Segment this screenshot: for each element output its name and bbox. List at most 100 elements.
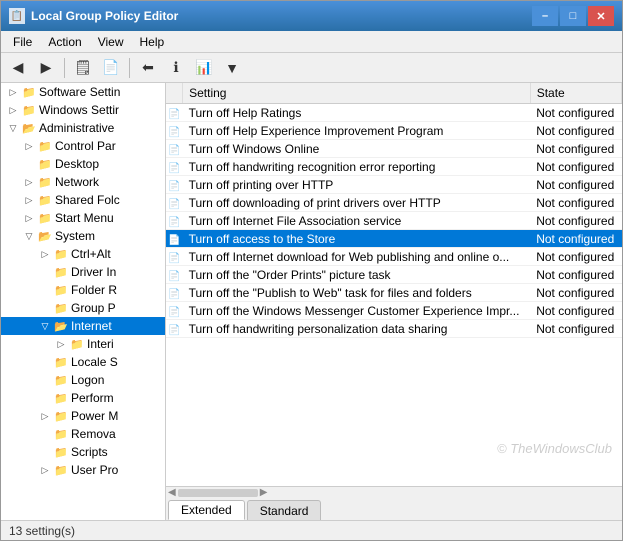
row-icon: 📄 — [166, 230, 183, 248]
expand-internet-sub[interactable]: ▷ — [53, 335, 69, 353]
sidebar-item-internet[interactable]: ▽ 📂 Internet — [1, 317, 165, 335]
expand-ctrl-alt[interactable]: ▷ — [37, 245, 53, 263]
sidebar-item-folder-redir[interactable]: 📁 Folder R — [1, 281, 165, 299]
table-row[interactable]: 📄Turn off handwriting personalization da… — [166, 320, 622, 338]
minimize-button[interactable]: – — [532, 6, 558, 26]
sidebar-item-performance[interactable]: 📁 Perform — [1, 389, 165, 407]
table-row[interactable]: 📄Turn off Internet File Association serv… — [166, 212, 622, 230]
expand-folder-redir[interactable] — [37, 281, 53, 299]
folder-icon-control-panel: 📁 — [37, 138, 53, 154]
sidebar-item-user-profiles[interactable]: ▷ 📁 User Pro — [1, 461, 165, 479]
sidebar-item-scripts[interactable]: 📁 Scripts — [1, 443, 165, 461]
scroll-right-btn[interactable]: ▶ — [260, 487, 268, 498]
table-row[interactable]: 📄Turn off downloading of print drivers o… — [166, 194, 622, 212]
table-row[interactable]: 📄Turn off Internet download for Web publ… — [166, 248, 622, 266]
row-state: Not configured — [530, 104, 621, 122]
close-button[interactable]: ✕ — [588, 6, 614, 26]
sidebar-label-ctrl-alt: Ctrl+Alt — [71, 247, 111, 261]
table-row[interactable]: 📄Turn off the "Publish to Web" task for … — [166, 284, 622, 302]
sidebar-item-system[interactable]: ▽ 📂 System — [1, 227, 165, 245]
expand-locale[interactable] — [37, 353, 53, 371]
folder-icon-administrative: 📂 — [21, 120, 37, 136]
folder-icon-power: 📁 — [53, 408, 69, 424]
sidebar-item-internet-sub[interactable]: ▷ 📁 Interi — [1, 335, 165, 353]
sidebar-item-shared-folders[interactable]: ▷ 📁 Shared Folc — [1, 191, 165, 209]
back-button[interactable]: ◀ — [5, 56, 31, 80]
expand-shared-folders[interactable]: ▷ — [21, 191, 37, 209]
sidebar-item-start-menu[interactable]: ▷ 📁 Start Menu — [1, 209, 165, 227]
row-icon: 📄 — [166, 320, 183, 338]
filter-button[interactable]: ▼ — [219, 56, 245, 80]
row-setting: Turn off the "Publish to Web" task for f… — [183, 284, 531, 302]
status-bar: 13 setting(s) — [1, 520, 622, 540]
menu-help[interactable]: Help — [132, 33, 173, 51]
table-row[interactable]: 📄Turn off Help RatingsNot configured — [166, 104, 622, 122]
sidebar-item-group-policy[interactable]: 📁 Group P — [1, 299, 165, 317]
row-icon: 📄 — [166, 266, 183, 284]
expand-network[interactable]: ▷ — [21, 173, 37, 191]
expand-desktop[interactable] — [21, 155, 37, 173]
table-row[interactable]: 📄Turn off access to the StoreNot configu… — [166, 230, 622, 248]
menu-view[interactable]: View — [90, 33, 132, 51]
horizontal-scrollbar[interactable] — [178, 489, 258, 497]
folder-icon-system: 📂 — [37, 228, 53, 244]
sidebar-item-driver-install[interactable]: 📁 Driver In — [1, 263, 165, 281]
expand-internet[interactable]: ▽ — [37, 317, 53, 335]
col-setting-header[interactable]: Setting — [183, 83, 531, 104]
expand-windows-settings[interactable]: ▷ — [5, 101, 21, 119]
tab-extended[interactable]: Extended — [168, 500, 245, 520]
table-row[interactable]: 📄Turn off Help Experience Improvement Pr… — [166, 122, 622, 140]
sidebar-item-ctrl-alt[interactable]: ▷ 📁 Ctrl+Alt — [1, 245, 165, 263]
forward-button[interactable]: ▶ — [33, 56, 59, 80]
table-row[interactable]: 📄Turn off handwriting recognition error … — [166, 158, 622, 176]
sidebar-item-control-panel[interactable]: ▷ 📁 Control Par — [1, 137, 165, 155]
properties-button[interactable]: 📊 — [191, 56, 217, 80]
maximize-button[interactable]: □ — [560, 6, 586, 26]
table-row[interactable]: 📄Turn off the "Order Prints" picture tas… — [166, 266, 622, 284]
scroll-left-btn[interactable]: ◀ — [168, 487, 176, 498]
expand-removable[interactable] — [37, 425, 53, 443]
sidebar-item-windows-settings[interactable]: ▷ 📁 Windows Settir — [1, 101, 165, 119]
sidebar-item-network[interactable]: ▷ 📁 Network — [1, 173, 165, 191]
sidebar-item-software-settings[interactable]: ▷ 📁 Software Settin — [1, 83, 165, 101]
table-row[interactable]: 📄Turn off printing over HTTPNot configur… — [166, 176, 622, 194]
expand-driver-install[interactable] — [37, 263, 53, 281]
window-title: Local Group Policy Editor — [31, 9, 178, 23]
expand-group-policy[interactable] — [37, 299, 53, 317]
expand-software-settings[interactable]: ▷ — [5, 83, 21, 101]
menu-file[interactable]: File — [5, 33, 40, 51]
sidebar-item-logon[interactable]: 📁 Logon — [1, 371, 165, 389]
settings-table[interactable]: Setting State 📄Turn off Help RatingsNot … — [166, 83, 622, 486]
expand-control-panel[interactable]: ▷ — [21, 137, 37, 155]
expand-power[interactable]: ▷ — [37, 407, 53, 425]
show-console-tree-button[interactable]: 🗒 — [70, 56, 96, 80]
table-row[interactable]: 📄Turn off Windows OnlineNot configured — [166, 140, 622, 158]
sidebar-item-removable[interactable]: 📁 Remova — [1, 425, 165, 443]
row-setting: Turn off handwriting personalization dat… — [183, 320, 531, 338]
toolbar-separator-2 — [129, 58, 130, 78]
horizontal-scroll-area[interactable]: ◀ ▶ — [166, 486, 622, 498]
expand-administrative[interactable]: ▽ — [5, 119, 21, 137]
sidebar-item-administrative[interactable]: ▽ 📂 Administrative — [1, 119, 165, 137]
tab-standard[interactable]: Standard — [247, 500, 322, 520]
expand-system[interactable]: ▽ — [21, 227, 37, 245]
sidebar[interactable]: ▷ 📁 Software Settin ▷ 📁 Windows Settir ▽… — [1, 83, 166, 520]
sidebar-label-desktop: Desktop — [55, 157, 99, 171]
table-row[interactable]: 📄Turn off the Windows Messenger Customer… — [166, 302, 622, 320]
expand-user-profiles[interactable]: ▷ — [37, 461, 53, 479]
row-state: Not configured — [530, 266, 621, 284]
sidebar-item-desktop[interactable]: 📁 Desktop — [1, 155, 165, 173]
expand-start-menu[interactable]: ▷ — [21, 209, 37, 227]
sidebar-item-locale[interactable]: 📁 Locale S — [1, 353, 165, 371]
back-btn2[interactable]: ⬅ — [135, 56, 161, 80]
sidebar-item-power[interactable]: ▷ 📁 Power M — [1, 407, 165, 425]
expand-scripts[interactable] — [37, 443, 53, 461]
menu-action[interactable]: Action — [40, 33, 89, 51]
row-state: Not configured — [530, 176, 621, 194]
expand-logon[interactable] — [37, 371, 53, 389]
expand-performance[interactable] — [37, 389, 53, 407]
row-icon: 📄 — [166, 212, 183, 230]
col-state-header[interactable]: State — [530, 83, 621, 104]
new-window-button[interactable]: 📄 — [98, 56, 124, 80]
help-button[interactable]: ℹ — [163, 56, 189, 80]
